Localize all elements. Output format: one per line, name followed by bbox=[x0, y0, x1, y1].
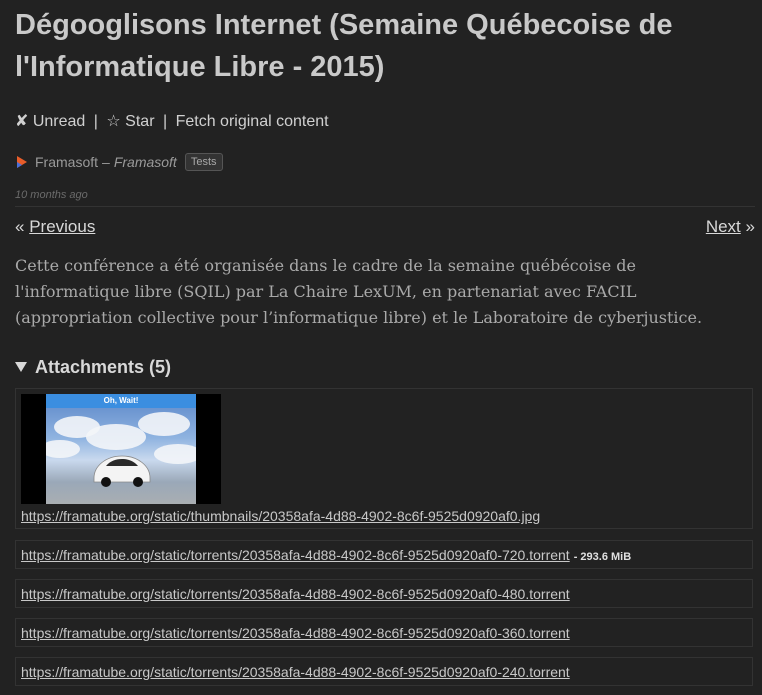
attachment-link[interactable]: https://framatube.org/static/thumbnails/… bbox=[21, 508, 540, 524]
article-title-link[interactable]: Dégooglisons Internet (Semaine Québecois… bbox=[15, 9, 672, 83]
cloud-shape bbox=[138, 412, 190, 436]
next-arrow: » bbox=[745, 217, 755, 236]
attachment-item: https://framatube.org/static/torrents/20… bbox=[15, 618, 753, 647]
page-title: Dégooglisons Internet (Semaine Québecois… bbox=[15, 4, 750, 88]
action-separator: | bbox=[93, 113, 98, 130]
next-link[interactable]: Next bbox=[706, 217, 741, 236]
toggle-star-button[interactable]: ☆ Star bbox=[106, 113, 154, 130]
car-icon bbox=[93, 455, 151, 487]
attachments-summary-label: Attachments (5) bbox=[35, 357, 172, 377]
attachment-item: Oh, Wait! https://framatube.org/static/t… bbox=[15, 388, 753, 529]
attachment-row: https://framatube.org/static/torrents/20… bbox=[21, 547, 631, 565]
category-tag[interactable]: Tests bbox=[184, 153, 223, 171]
attachment-row: https://framatube.org/static/torrents/20… bbox=[21, 586, 570, 604]
attachment-size: - 293.6 MiB bbox=[573, 551, 632, 563]
previous-link[interactable]: Previous bbox=[29, 217, 95, 236]
attachment-item: https://framatube.org/static/torrents/20… bbox=[15, 657, 753, 686]
attachments-toggle[interactable]: Attachments (5) bbox=[15, 355, 171, 379]
next-nav: Next » bbox=[706, 216, 755, 238]
triangle-down-icon bbox=[15, 362, 27, 372]
entry-content: Cette conférence a été organisée dans le… bbox=[15, 256, 703, 327]
published-date: 10 months ago bbox=[15, 189, 88, 201]
attachment-item: https://framatube.org/static/torrents/20… bbox=[15, 540, 753, 569]
feed-site-title: Framasoft bbox=[113, 154, 177, 170]
framasoft-play-icon bbox=[17, 156, 27, 168]
attachment-link[interactable]: https://framatube.org/static/torrents/20… bbox=[21, 547, 570, 563]
attachment-row: https://framatube.org/static/thumbnails/… bbox=[21, 508, 540, 526]
meta-dash: – bbox=[102, 154, 110, 170]
cloud-shape bbox=[86, 424, 146, 450]
attachment-link[interactable]: https://framatube.org/static/torrents/20… bbox=[21, 625, 570, 641]
feed-name-link[interactable]: Framasoft bbox=[35, 153, 98, 171]
attachment-thumbnail[interactable]: Oh, Wait! bbox=[21, 394, 221, 504]
fetch-original-content-button[interactable]: Fetch original content bbox=[176, 113, 329, 130]
thumbnail-banner: Oh, Wait! bbox=[46, 394, 196, 408]
attachment-item: https://framatube.org/static/torrents/20… bbox=[15, 579, 753, 608]
attachment-link[interactable]: https://framatube.org/static/torrents/20… bbox=[21, 664, 570, 680]
thumbnail-image: Oh, Wait! bbox=[46, 394, 196, 504]
cloud-shape bbox=[46, 440, 80, 458]
attachment-row: https://framatube.org/static/torrents/20… bbox=[21, 625, 570, 643]
entry-meta: Framasoft – Framasoft Tests bbox=[15, 153, 223, 171]
divider bbox=[15, 206, 755, 207]
previous-nav: « Previous bbox=[15, 216, 95, 238]
attachment-link[interactable]: https://framatube.org/static/torrents/20… bbox=[21, 586, 570, 602]
previous-arrow: « bbox=[15, 217, 25, 236]
toggle-unread-button[interactable]: ✘ Unread bbox=[15, 113, 85, 130]
entry-actions: ✘ Unread | ☆ Star | Fetch original conte… bbox=[15, 112, 329, 132]
cloud-shape bbox=[154, 444, 196, 464]
attachment-row: https://framatube.org/static/torrents/20… bbox=[21, 664, 570, 682]
action-separator: | bbox=[162, 113, 168, 130]
